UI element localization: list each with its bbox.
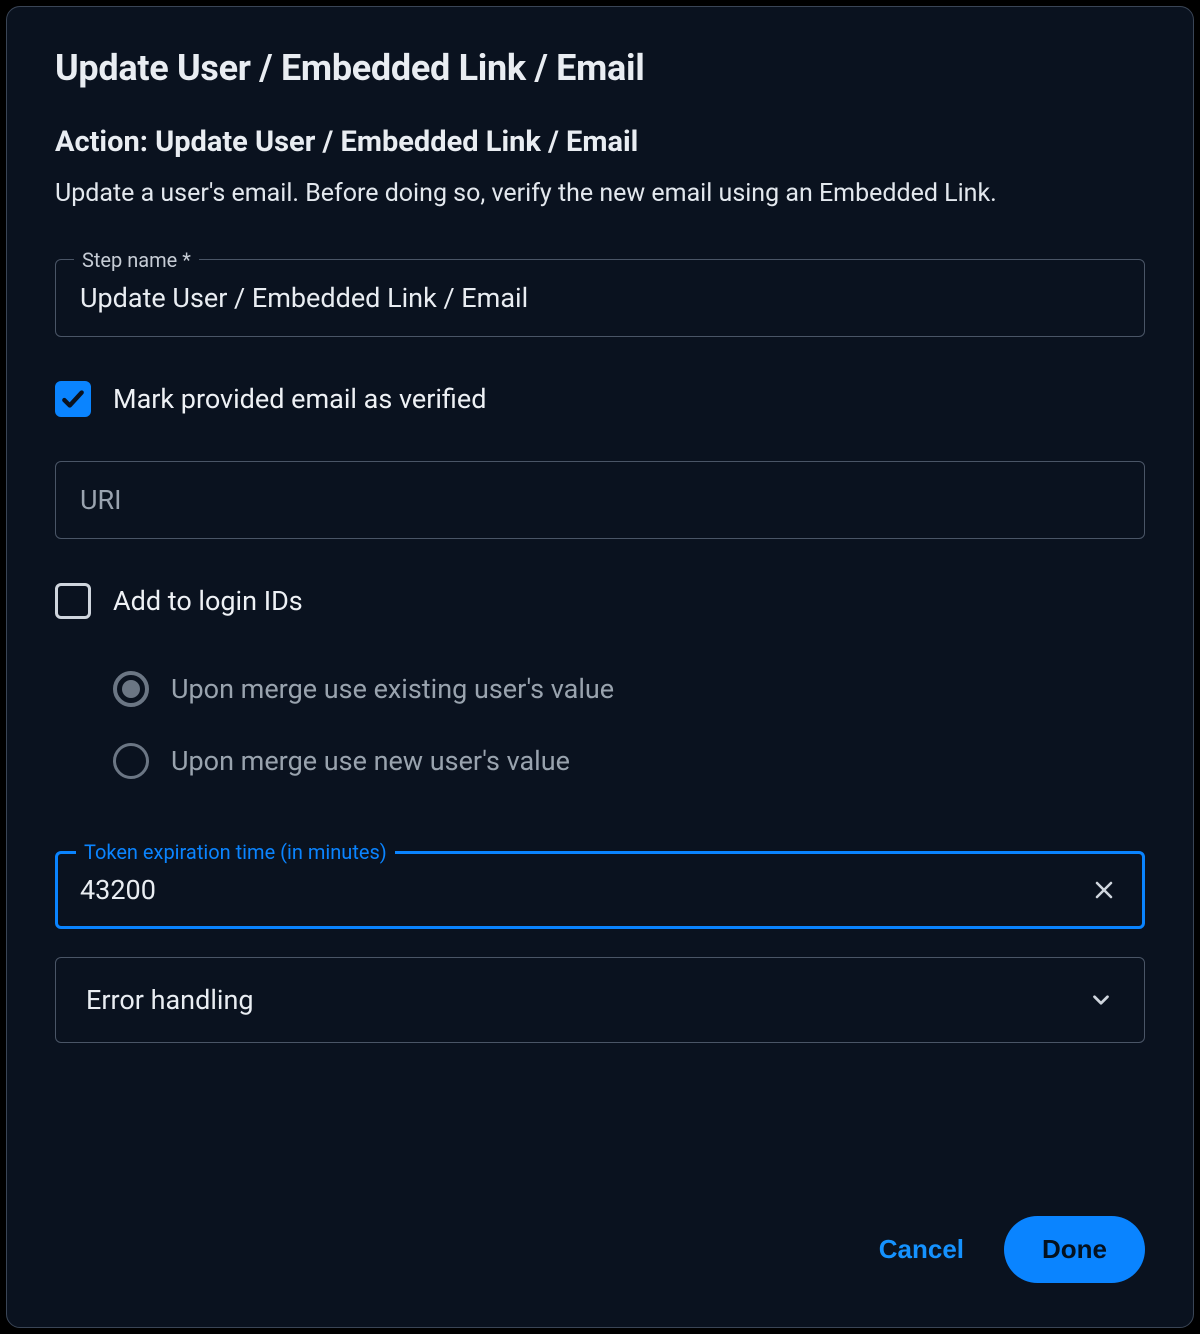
- step-name-field[interactable]: Step name * Update User / Embedded Link …: [55, 259, 1145, 337]
- merge-radio-new-label: Upon merge use new user's value: [171, 745, 570, 777]
- uri-field[interactable]: URI: [55, 461, 1145, 539]
- dialog-footer: Cancel Done: [55, 1216, 1145, 1283]
- chevron-down-icon: [1088, 987, 1114, 1013]
- merge-radio-row-existing: Upon merge use existing user's value: [113, 671, 1145, 707]
- error-handling-accordion[interactable]: Error handling: [55, 957, 1145, 1043]
- merge-radio-row-new: Upon merge use new user's value: [113, 743, 1145, 779]
- token-expiration-clear-button[interactable]: [1088, 874, 1120, 906]
- token-expiration-field[interactable]: Token expiration time (in minutes) 43200: [55, 851, 1145, 929]
- close-icon: [1092, 878, 1116, 902]
- dialog-panel: Update User / Embedded Link / Email Acti…: [6, 6, 1194, 1328]
- action-subtitle: Action: Update User / Embedded Link / Em…: [55, 125, 1145, 159]
- done-button[interactable]: Done: [1004, 1216, 1145, 1283]
- login-ids-checkbox[interactable]: [55, 583, 91, 619]
- verified-checkbox[interactable]: [55, 381, 91, 417]
- step-name-input[interactable]: Update User / Embedded Link / Email: [80, 282, 1120, 314]
- merge-radio-group: Upon merge use existing user's value Upo…: [55, 671, 1145, 815]
- login-ids-checkbox-label: Add to login IDs: [113, 585, 303, 617]
- check-icon: [60, 386, 86, 412]
- action-description: Update a user's email. Before doing so, …: [55, 177, 1145, 211]
- merge-radio-existing[interactable]: [113, 671, 149, 707]
- merge-radio-existing-label: Upon merge use existing user's value: [171, 673, 614, 705]
- step-name-label: Step name *: [74, 248, 199, 272]
- verified-checkbox-label: Mark provided email as verified: [113, 383, 486, 415]
- token-expiration-input[interactable]: 43200: [80, 874, 1088, 906]
- error-handling-label: Error handling: [86, 984, 254, 1016]
- dialog-title: Update User / Embedded Link / Email: [55, 47, 1145, 89]
- login-ids-checkbox-row: Add to login IDs: [55, 583, 1145, 619]
- token-expiration-label: Token expiration time (in minutes): [76, 840, 395, 864]
- merge-radio-new[interactable]: [113, 743, 149, 779]
- cancel-button[interactable]: Cancel: [875, 1222, 968, 1277]
- uri-placeholder: URI: [80, 484, 122, 516]
- verified-checkbox-row: Mark provided email as verified: [55, 381, 1145, 417]
